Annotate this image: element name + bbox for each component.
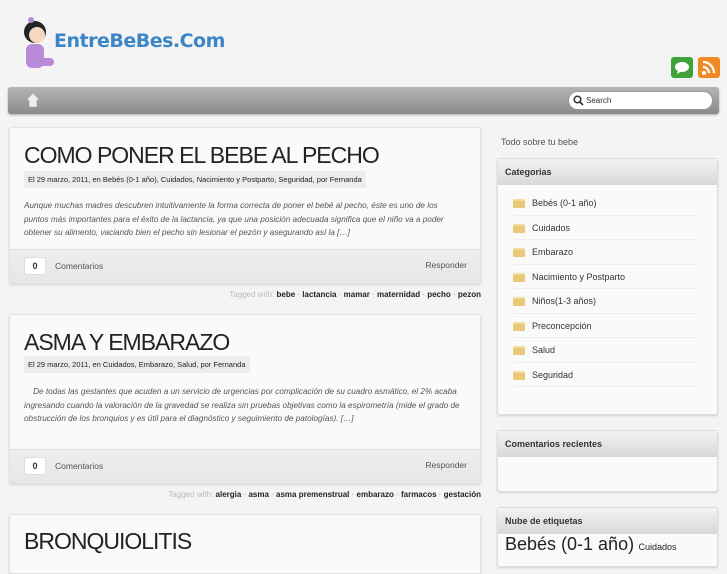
post-tags: Tagged with: alergia · asma · asma preme… — [168, 490, 481, 499]
comment-count[interactable]: 0 — [24, 457, 46, 475]
category-item[interactable]: Cuidados — [513, 216, 697, 240]
category-label: Niños(1-3 años) — [532, 296, 597, 306]
category-item[interactable]: Niños(1-3 años) — [513, 289, 697, 314]
tags-label: Tagged with: — [229, 290, 275, 299]
folder-icon — [513, 297, 525, 306]
folder-icon — [513, 223, 525, 233]
tag-link[interactable]: lactancia — [302, 290, 336, 299]
tag-cloud-link[interactable]: Bebés (0-1 año) — [505, 534, 634, 554]
widget-title: Comentarios recientes — [498, 431, 717, 457]
category-label: Cuidados — [532, 222, 571, 233]
widget-title: Categorias — [498, 159, 717, 185]
nav-bar: Search — [8, 87, 719, 114]
tagline: Todo sobre tu bebe — [501, 137, 579, 147]
folder-icon — [513, 248, 525, 257]
category-label: Preconcepción — [532, 320, 592, 331]
category-label: Bebés (0-1 año) — [532, 198, 597, 208]
category-item[interactable]: Nacimiento y Postparto — [513, 265, 697, 289]
category-item[interactable]: Salud — [513, 338, 697, 363]
post-footer: 0 Comentarios Responder — [10, 249, 480, 283]
search-input[interactable]: Search — [568, 91, 713, 110]
tag-link[interactable]: mamar — [344, 290, 370, 299]
baby-logo-icon — [24, 17, 54, 68]
tag-link[interactable]: bebe — [276, 290, 295, 299]
tag-link[interactable]: asma — [248, 490, 268, 499]
widget-title: Nube de etiquetas — [498, 508, 717, 534]
post-card: ASMA Y EMBARAZO El 29 marzo, 2011, en Cu… — [9, 314, 481, 484]
tag-link[interactable]: farmacos — [401, 490, 437, 499]
category-label: Nacimiento y Postparto — [532, 271, 626, 282]
post-card: BRONQUIOLITIS — [9, 514, 481, 574]
post-card: COMO PONER EL BEBE AL PECHO El 29 marzo,… — [9, 127, 481, 284]
reply-link[interactable]: Responder — [425, 260, 467, 270]
site-name: EntreBeBes.Com — [54, 30, 225, 52]
post-meta: El 29 marzo, 2011, en Bebés (0-1 año), C… — [24, 171, 366, 188]
reply-link[interactable]: Responder — [425, 460, 467, 470]
recent-comments-widget: Comentarios recientes — [497, 430, 718, 492]
folder-icon — [513, 272, 525, 282]
post-title[interactable]: ASMA Y EMBARAZO — [24, 329, 230, 356]
folder-icon — [513, 321, 525, 331]
post-title[interactable]: COMO PONER EL BEBE AL PECHO — [24, 142, 380, 169]
tag-link[interactable]: embarazo — [357, 490, 394, 499]
category-label: Embarazo — [532, 247, 574, 257]
search-placeholder: Search — [586, 96, 612, 105]
comments-link[interactable]: Comentarios — [55, 261, 103, 271]
tag-link[interactable]: gestación — [444, 490, 481, 499]
category-label: Salud — [532, 345, 556, 355]
category-item[interactable]: Seguridad — [513, 363, 697, 387]
home-icon[interactable] — [25, 92, 41, 108]
tag-link[interactable]: pecho — [427, 290, 451, 299]
rss-icon[interactable] — [698, 57, 720, 78]
tag-link[interactable]: asma premenstrual — [276, 490, 349, 499]
comments-link[interactable]: Comentarios — [55, 461, 103, 471]
post-footer: 0 Comentarios Responder — [10, 449, 480, 483]
comment-count[interactable]: 0 — [24, 257, 46, 275]
tag-cloud-widget: Nube de etiquetas Bebés (0-1 año) Cuidad… — [497, 507, 718, 567]
tags-label: Tagged with: — [168, 490, 214, 499]
category-item[interactable]: Embarazo — [513, 240, 697, 265]
post-tags: Tagged with: bebe · lactancia · mamar · … — [229, 290, 481, 299]
categories-widget: Categorias Bebés (0-1 año) Cuidados Embara… — [497, 158, 718, 415]
category-label: Seguridad — [532, 369, 574, 380]
site-logo[interactable]: EntreBeBes.Com — [18, 14, 225, 76]
folder-icon — [513, 346, 525, 355]
post-excerpt: Aunque muchas madres descubren intuitiva… — [24, 201, 444, 237]
tag-link[interactable]: pezon — [458, 290, 481, 299]
tag-link[interactable]: maternidad — [377, 290, 420, 299]
post-meta: El 29 marzo, 2011, en Cuidados, Embarazo… — [24, 356, 250, 373]
search-icon — [573, 95, 584, 106]
category-item[interactable]: Preconcepción — [513, 314, 697, 338]
post-excerpt: De todas las gestantes que acuden a un s… — [24, 387, 462, 423]
folder-icon — [513, 370, 525, 380]
post-title[interactable]: BRONQUIOLITIS — [24, 528, 192, 555]
tag-cloud-link[interactable]: Cuidados — [639, 542, 677, 552]
chat-icon[interactable] — [671, 57, 693, 78]
category-item[interactable]: Bebés (0-1 año) — [513, 191, 697, 216]
tag-link[interactable]: alergia — [216, 490, 242, 499]
folder-icon — [513, 199, 525, 208]
